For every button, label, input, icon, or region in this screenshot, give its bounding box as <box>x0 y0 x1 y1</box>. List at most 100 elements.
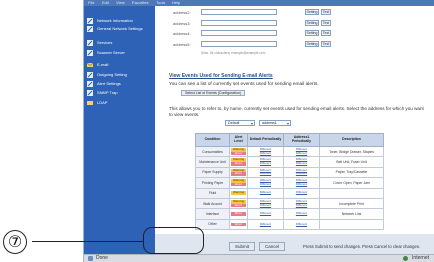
address-note: (Max. 64 characters) example@example.com <box>201 51 266 55</box>
address-link[interactable]: Different <box>285 172 318 176</box>
description-cell: Paper, Tray/Cassette <box>319 166 384 179</box>
address-cell: Different Different <box>283 156 320 168</box>
address-input[interactable] <box>201 41 277 47</box>
default-link[interactable]: Different <box>249 191 282 195</box>
test-button[interactable]: Test <box>321 41 331 47</box>
sidebar-item-label: Outgoing Setting <box>97 72 127 77</box>
chevron-down-icon: ▾ <box>286 121 289 126</box>
callout-line <box>32 241 143 243</box>
browser-window: File Edit View Favorites Tools Help Netw… <box>83 0 434 262</box>
default-link[interactable]: Different <box>249 222 282 227</box>
setting-button[interactable]: Setting <box>305 9 319 15</box>
test-button[interactable]: Test <box>321 30 331 36</box>
default-select[interactable]: Default ▾ <box>225 120 255 126</box>
address-link[interactable]: Different <box>285 161 318 166</box>
sidebar-item-label: E-mail <box>97 62 109 67</box>
table-row: Maintenance Unit Warning Error Different Dif… <box>195 156 384 168</box>
sidebar-item-outgoing-setting[interactable]: Outgoing Setting <box>87 72 153 78</box>
table-row: Interface Error Different Different Network … <box>195 208 384 220</box>
description-cell <box>319 187 384 199</box>
alert-level-cell: Warning Error <box>229 177 248 189</box>
sidebar-item-alert-settings[interactable]: Alert Settings <box>87 81 153 87</box>
allows-text: This allows you to refer to, by name, cu… <box>169 106 424 117</box>
condition-cell: Walk Around <box>195 197 230 210</box>
test-button[interactable]: Test <box>321 9 331 15</box>
page-icon <box>88 256 93 261</box>
table-row: Paper Supply Warning Error Different Differe… <box>195 166 384 179</box>
default-cell: Different <box>247 187 284 199</box>
select-events-button[interactable]: Select List of Events (Configuration) <box>181 90 245 96</box>
address-link[interactable]: Different <box>285 151 318 156</box>
default-link[interactable]: Different <box>249 203 282 208</box>
alert-level-cell: Warning Error <box>229 197 248 210</box>
address-link[interactable]: Different <box>285 182 318 187</box>
address-link[interactable]: Different <box>285 191 318 195</box>
header-condition: Condition <box>195 133 230 147</box>
services-icon <box>87 40 93 46</box>
address-row: address4: Setting Test <box>173 30 433 37</box>
default-cell: Different Different <box>247 156 284 168</box>
main-content: address2: Setting Test address3: Setting… <box>155 6 434 254</box>
table-row: Consumables Warning Error Different Differen… <box>195 145 384 158</box>
address-link[interactable]: Different <box>285 222 318 227</box>
sidebar-item-services[interactable]: Services <box>87 40 153 46</box>
header-description: Description <box>319 133 384 147</box>
default-link[interactable]: Different <box>249 172 282 176</box>
setting-button[interactable]: Setting <box>305 30 319 36</box>
alert-level-badge: Warning <box>231 190 246 196</box>
header-default: Default Periodically <box>247 133 284 147</box>
sidebar-item-general-network-settings[interactable]: General Network Settings <box>87 26 153 32</box>
setting-button[interactable]: Setting <box>305 41 319 47</box>
address-input[interactable] <box>201 20 277 26</box>
chevron-down-icon: ▾ <box>250 121 253 126</box>
sidebar-item-email[interactable]: E-mail <box>87 62 153 68</box>
description-cell: Cover Open, Paper Jam <box>319 177 384 189</box>
sidebar-item-network-information[interactable]: Network Information <box>87 18 153 24</box>
default-cell: Different <box>247 208 284 220</box>
default-link[interactable]: Different <box>249 182 282 187</box>
condition-cell: Interface <box>195 208 230 220</box>
address-input[interactable] <box>201 9 277 15</box>
address-link[interactable]: Different <box>285 203 318 208</box>
table-row: Other Error Different Different <box>195 218 384 231</box>
settings-icon <box>87 26 93 32</box>
action-hint: Press Submit to send changes. Press Canc… <box>303 244 421 249</box>
table-row: Printing Paper Warning Error Different Diffe… <box>195 177 384 189</box>
condition-cell: Printing Paper <box>195 177 230 189</box>
cancel-button[interactable]: Cancel <box>259 242 285 251</box>
default-link[interactable]: Different <box>249 161 282 166</box>
sidebar-item-snmp-trap[interactable]: SNMP Trap <box>87 90 153 96</box>
address-input[interactable] <box>201 30 277 36</box>
default-link[interactable]: Different <box>249 151 282 156</box>
header-address: Address1 Periodically <box>283 133 320 147</box>
sidebar-item-ldap[interactable]: LDAP <box>87 100 153 106</box>
outgoing-icon <box>87 72 93 78</box>
table-row: Fluid Warning Different Different <box>195 187 384 199</box>
test-button[interactable]: Test <box>321 20 331 26</box>
scanner-icon <box>87 50 93 56</box>
status-bar: Done Internet <box>84 254 434 262</box>
address-cell: Different Different <box>283 145 320 158</box>
description-cell: Incomplete Print <box>319 197 384 210</box>
address-select[interactable]: address1 ▾ <box>259 120 291 126</box>
default-link[interactable]: Different <box>249 212 282 216</box>
alert-level-badge: Error <box>231 222 246 227</box>
address-link[interactable]: Different <box>285 212 318 216</box>
alert-icon <box>87 81 93 87</box>
submit-button[interactable]: Submit <box>229 242 255 251</box>
default-cell: Different <box>247 218 284 231</box>
sidebar-item-label: Alert Settings <box>97 81 121 86</box>
header-alert-level: Alert Level <box>229 133 248 147</box>
address-cell: Different Different <box>283 166 320 179</box>
default-cell: Different Different <box>247 166 284 179</box>
address-label: address4: <box>173 31 191 36</box>
setting-button[interactable]: Setting <box>305 20 319 26</box>
address-select-value: address1 <box>262 121 277 125</box>
sidebar-item-scanner-server[interactable]: Scanner Server <box>87 50 153 56</box>
alert-level-badge: Error <box>231 172 246 177</box>
sidebar-item-label: LDAP <box>97 100 108 105</box>
address-cell: Different <box>283 187 320 199</box>
events-table-body: Consumables Warning Error Different Differen… <box>195 145 384 231</box>
alert-level-cell: Warning Error <box>229 145 248 158</box>
address-cell: Different Different <box>283 197 320 210</box>
